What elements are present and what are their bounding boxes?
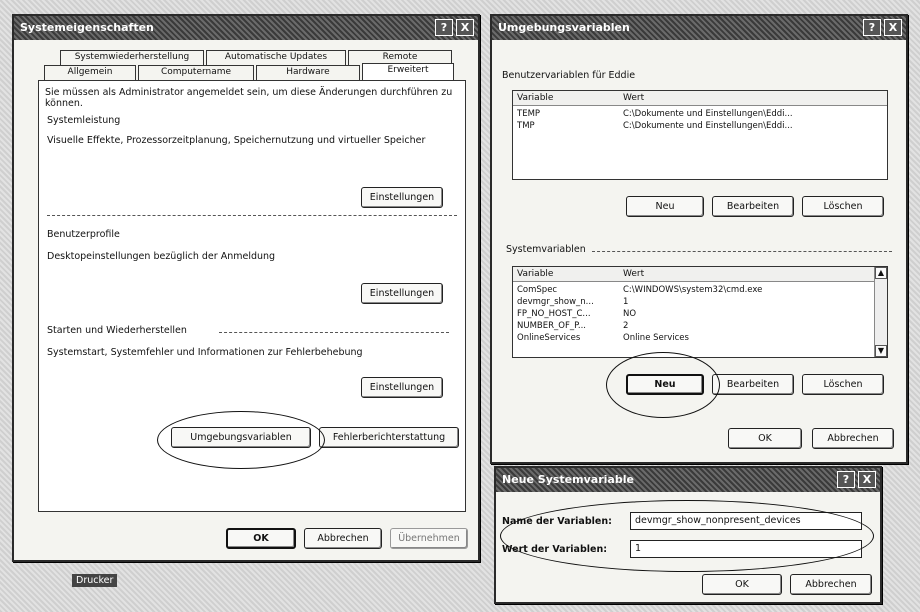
system-variables-list[interactable]: Variable Wert ComSpec C:\WINDOWS\system3… <box>512 266 888 358</box>
performance-group-label: Systemleistung <box>47 115 125 126</box>
user-variables-list[interactable]: Variable Wert TEMP C:\Dokumente und Eins… <box>512 90 888 180</box>
list-item[interactable]: ComSpec C:\WINDOWS\system32\cmd.exe <box>513 285 873 296</box>
scroll-down-icon[interactable]: ▼ <box>875 345 887 357</box>
system-properties-titlebar: Systemeigenschaften ? X <box>14 16 478 40</box>
env-cancel-button[interactable]: Abbrechen <box>812 428 894 449</box>
system-properties-title: Systemeigenschaften <box>20 21 154 34</box>
variable-name-label: Name der Variablen: <box>502 516 612 527</box>
environment-variables-window: Umgebungsvariablen ? X Benutzervariablen… <box>490 14 908 464</box>
env-help-button[interactable]: ? <box>863 19 881 36</box>
environment-variables-button[interactable]: Umgebungsvariablen <box>171 427 311 448</box>
variable-name: TEMP <box>517 109 541 119</box>
system-variables-group-label: Systemvariablen <box>506 244 590 255</box>
list-item[interactable]: FP_NO_HOST_C... NO <box>513 309 873 320</box>
close-button[interactable]: X <box>456 19 474 36</box>
error-reporting-button[interactable]: Fehlerberichterstattung <box>319 427 459 448</box>
col-value-header[interactable]: Wert <box>623 93 644 103</box>
system-properties-window: Systemeigenschaften ? X Systemwiederhers… <box>12 14 480 562</box>
variable-value: NO <box>623 309 637 319</box>
variable-value: 2 <box>623 321 629 331</box>
tab-systemwiederherstellung[interactable]: Systemwiederherstellung <box>60 50 204 65</box>
profiles-description: Desktopeinstellungen bezüglich der Anmel… <box>47 251 276 262</box>
environment-variables-titlebar: Umgebungsvariablen ? X <box>492 16 906 40</box>
help-button[interactable]: ? <box>435 19 453 36</box>
highlight-ellipse-fields <box>500 500 874 572</box>
user-variables-header: Variable Wert <box>513 91 887 106</box>
sysprops-ok-button[interactable]: OK <box>226 528 296 549</box>
scroll-up-icon[interactable]: ▲ <box>875 267 887 279</box>
col-variable-header[interactable]: Variable <box>517 269 553 279</box>
variable-name: OnlineServices <box>517 333 581 343</box>
sysprops-cancel-button[interactable]: Abbrechen <box>304 528 382 549</box>
tab-automatische-updates[interactable]: Automatische Updates <box>206 50 346 65</box>
advanced-tab-panel: Sie müssen als Administrator angemeldet … <box>38 80 466 512</box>
col-value-header[interactable]: Wert <box>623 269 644 279</box>
tab-allgemein[interactable]: Allgemein <box>44 65 136 80</box>
variable-name: FP_NO_HOST_C... <box>517 309 591 319</box>
startup-group-divider <box>219 332 449 333</box>
variable-value: Online Services <box>623 333 689 343</box>
admin-note: Sie müssen als Administrator angemeldet … <box>45 87 453 109</box>
tab-erweitert[interactable]: Erweitert <box>362 63 454 80</box>
env-close-button[interactable]: X <box>884 19 902 36</box>
variable-name-field[interactable]: devmgr_show_nonpresent_devices <box>630 512 862 530</box>
user-delete-button[interactable]: Löschen <box>802 196 884 217</box>
variable-name: TMP <box>517 121 535 131</box>
user-new-button[interactable]: Neu <box>626 196 704 217</box>
new-variable-titlebar: Neue Systemvariable ? X <box>496 468 880 492</box>
variable-value-label: Wert der Variablen: <box>502 544 608 555</box>
list-item[interactable]: NUMBER_OF_P... 2 <box>513 321 873 332</box>
system-variables-scrollbar[interactable]: ▲ ▼ <box>874 267 887 357</box>
profiles-group-divider <box>47 215 457 216</box>
startup-description: Systemstart, Systemfehler und Informatio… <box>47 347 363 358</box>
list-item[interactable]: TEMP C:\Dokumente und Einstellungen\Eddi… <box>513 109 887 120</box>
col-variable-header[interactable]: Variable <box>517 93 553 103</box>
user-variables-group-label: Benutzervariablen für Eddie <box>502 70 640 81</box>
startup-group-label: Starten und Wiederherstellen <box>47 325 191 336</box>
list-item[interactable]: TMP C:\Dokumente und Einstellungen\Eddi.… <box>513 121 887 132</box>
list-item[interactable]: OnlineServices Online Services <box>513 333 873 344</box>
sysprops-apply-button[interactable]: Übernehmen <box>390 528 468 549</box>
profiles-group-label: Benutzerprofile <box>47 229 124 240</box>
performance-settings-button[interactable]: Einstellungen <box>361 187 443 208</box>
list-item[interactable]: devmgr_show_n... 1 <box>513 297 873 308</box>
tab-computername[interactable]: Computername <box>138 65 254 80</box>
tab-hardware[interactable]: Hardware <box>256 65 360 80</box>
system-delete-button[interactable]: Löschen <box>802 374 884 395</box>
variable-name: ComSpec <box>517 285 558 295</box>
taskbar-label: Drucker <box>72 574 118 587</box>
newvar-help-button[interactable]: ? <box>837 471 855 488</box>
new-system-variable-window: Neue Systemvariable ? X Name der Variabl… <box>494 466 882 604</box>
variable-name: NUMBER_OF_P... <box>517 321 587 331</box>
system-edit-button[interactable]: Bearbeiten <box>712 374 794 395</box>
variable-value-field[interactable]: 1 <box>630 540 862 558</box>
newvar-close-button[interactable]: X <box>858 471 876 488</box>
system-variables-divider <box>592 251 892 252</box>
variable-value: C:\Dokumente und Einstellungen\Eddi... <box>623 109 793 119</box>
performance-description: Visuelle Effekte, Prozessorzeitplanung, … <box>47 135 426 146</box>
new-variable-title: Neue Systemvariable <box>502 473 634 486</box>
system-variables-header: Variable Wert <box>513 267 887 282</box>
profiles-settings-button[interactable]: Einstellungen <box>361 283 443 304</box>
variable-name: devmgr_show_n... <box>517 297 594 307</box>
newvar-cancel-button[interactable]: Abbrechen <box>790 574 872 595</box>
variable-value: 1 <box>623 297 629 307</box>
system-new-button[interactable]: Neu <box>626 374 704 395</box>
newvar-ok-button[interactable]: OK <box>702 574 782 595</box>
environment-variables-title: Umgebungsvariablen <box>498 21 630 34</box>
startup-settings-button[interactable]: Einstellungen <box>361 377 443 398</box>
variable-value: C:\WINDOWS\system32\cmd.exe <box>623 285 763 295</box>
user-edit-button[interactable]: Bearbeiten <box>712 196 794 217</box>
env-ok-button[interactable]: OK <box>728 428 802 449</box>
variable-value: C:\Dokumente und Einstellungen\Eddi... <box>623 121 793 131</box>
